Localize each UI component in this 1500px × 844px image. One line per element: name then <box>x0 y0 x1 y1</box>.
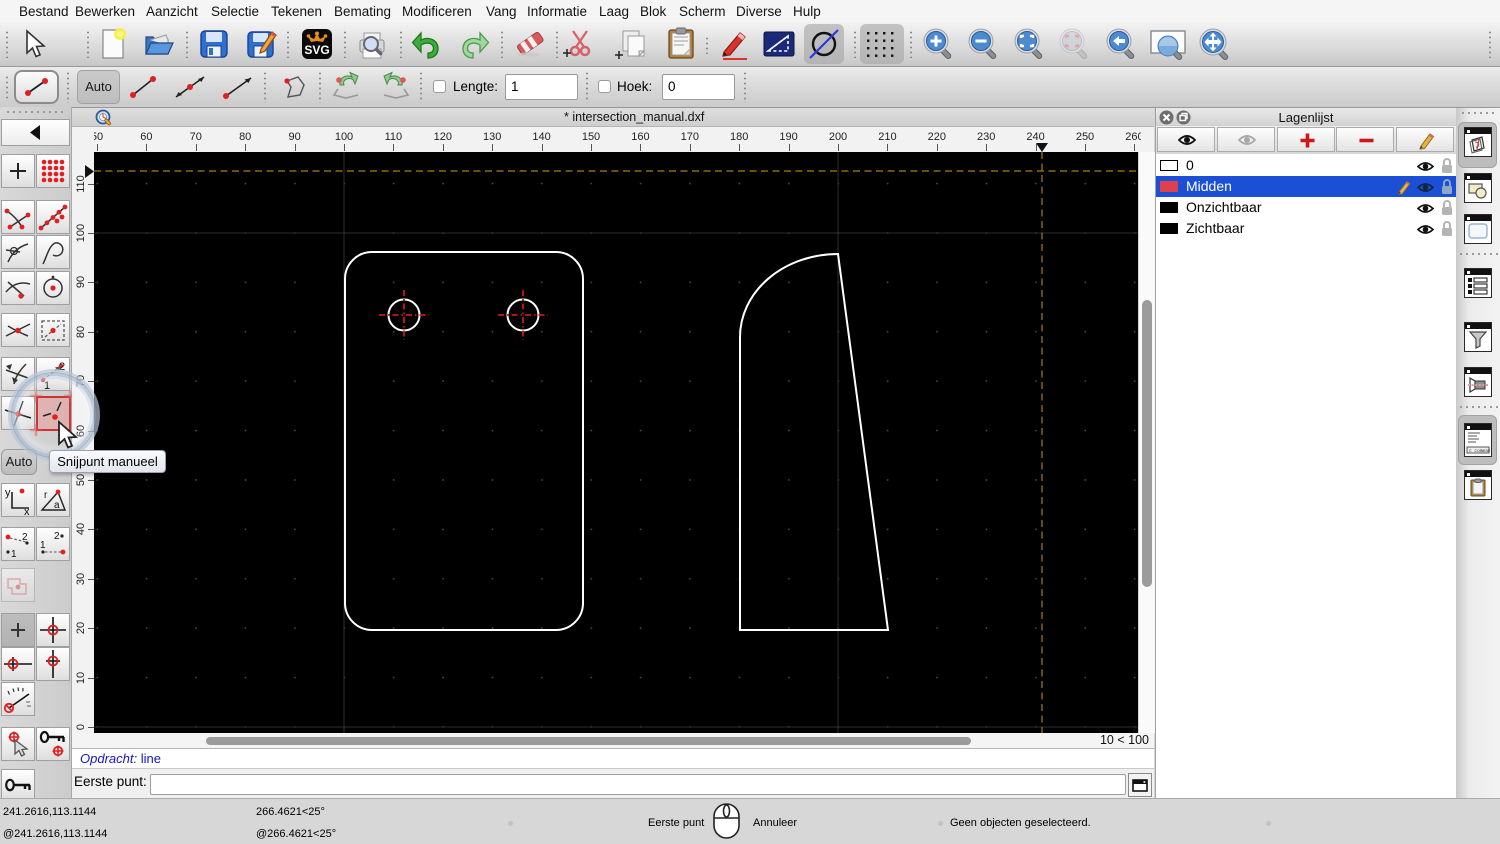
svg-text:SVG: SVG <box>304 43 329 57</box>
svg-text:2: 2 <box>54 531 60 542</box>
svg-text:c command: c command <box>1469 448 1490 454</box>
svg-text:a: a <box>54 500 60 511</box>
svg-text:x: x <box>24 506 30 516</box>
svg-text:r: r <box>44 490 48 501</box>
svg-text:1: 1 <box>11 549 17 560</box>
svg-text:1: 1 <box>40 540 46 551</box>
svg-text:2: 2 <box>22 532 28 543</box>
svg-text:y: y <box>5 487 11 499</box>
